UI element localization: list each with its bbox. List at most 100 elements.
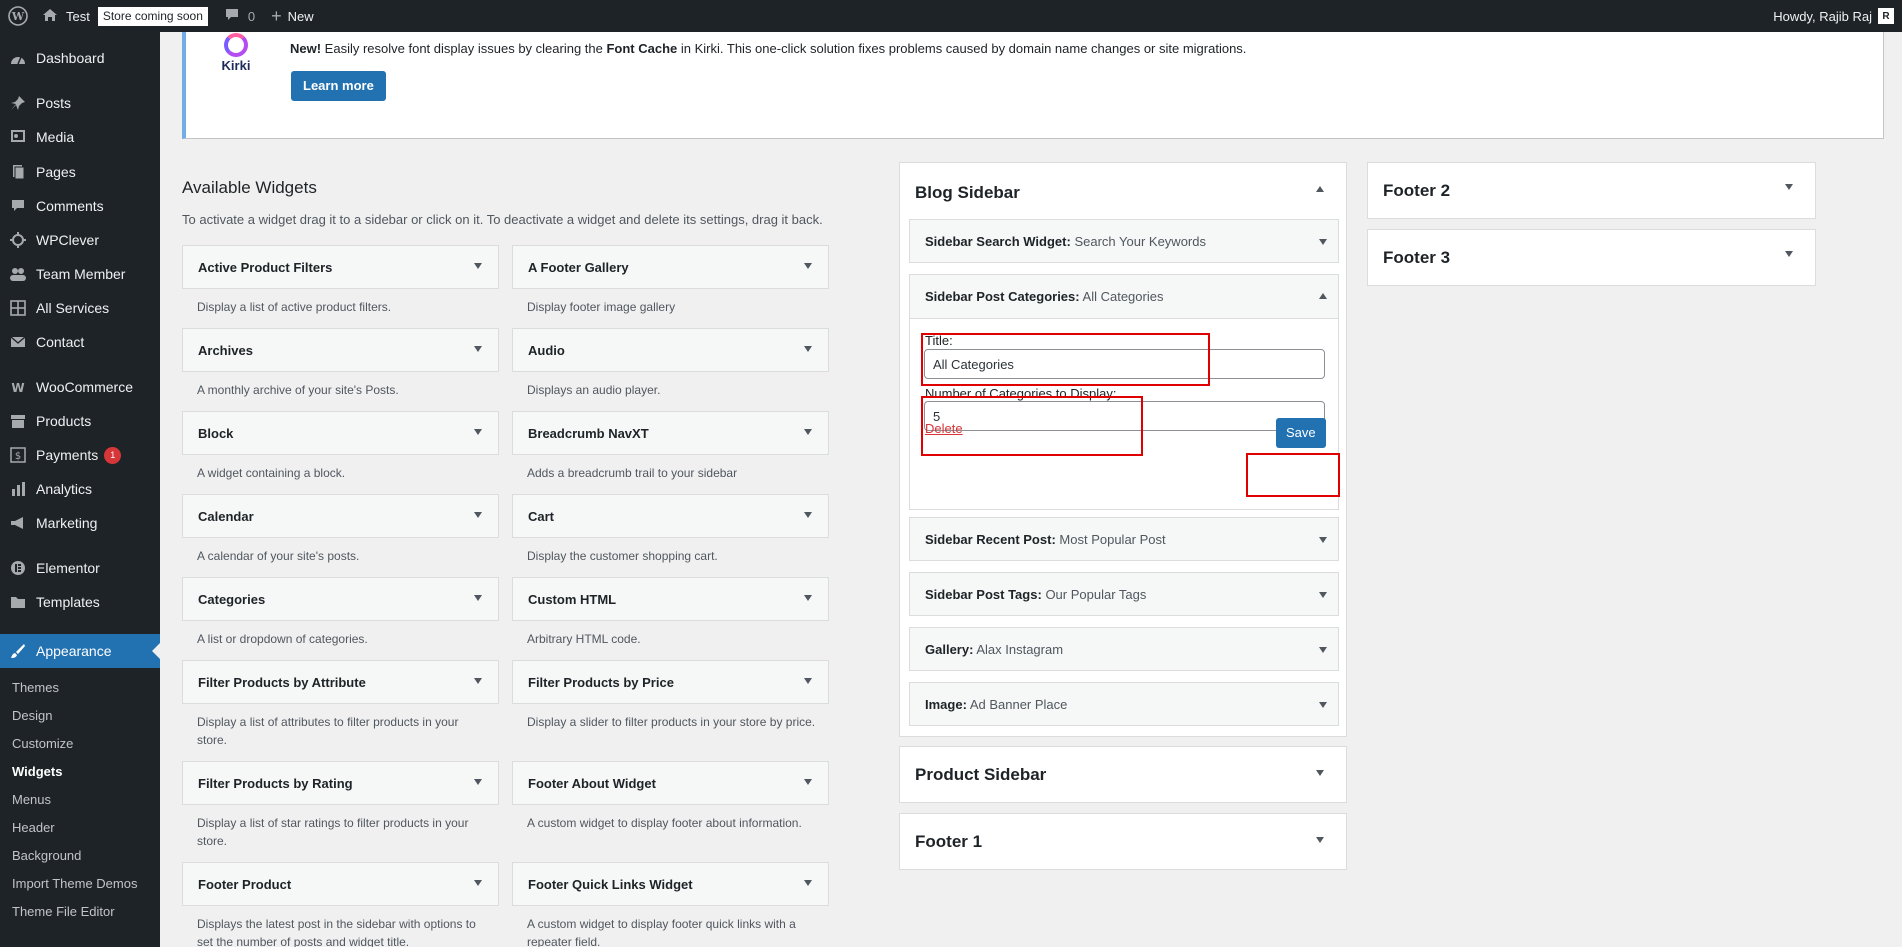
widget-tile-name: Calendar — [198, 508, 254, 524]
expand-caret-icon[interactable] — [1319, 647, 1327, 653]
widget-tile[interactable]: Breadcrumb NavXT — [512, 411, 829, 455]
sidebar-widget[interactable]: Sidebar Recent Post: Most Popular Post — [909, 517, 1339, 561]
submenu-item-themes[interactable]: Themes — [12, 680, 59, 695]
widget-tile-name: Footer Quick Links Widget — [528, 876, 693, 892]
expand-caret-icon[interactable] — [1785, 251, 1793, 257]
submenu-item-header[interactable]: Header — [12, 820, 55, 835]
avatar[interactable]: R — [1878, 8, 1894, 24]
widget-tile[interactable]: Archives — [182, 328, 499, 372]
expand-caret-icon[interactable] — [474, 880, 482, 886]
expand-caret-icon[interactable] — [474, 346, 482, 352]
widget-description: Adds a breadcrumb trail to your sidebar — [527, 466, 738, 480]
collapse-caret-icon[interactable] — [1319, 293, 1327, 299]
widget-tile[interactable]: Audio — [512, 328, 829, 372]
menu-item-marketing[interactable]: Marketing — [0, 506, 160, 540]
submenu-item-background[interactable]: Background — [12, 848, 81, 863]
expand-caret-icon[interactable] — [804, 512, 812, 518]
sidebar-widget[interactable]: Sidebar Post Tags: Our Popular Tags — [909, 572, 1339, 616]
menu-item-analytics[interactable]: Analytics — [0, 472, 160, 506]
expand-caret-icon[interactable] — [1319, 702, 1327, 708]
expand-caret-icon[interactable] — [804, 779, 812, 785]
collapse-caret-icon[interactable] — [1316, 186, 1324, 192]
widget-tile-name: Categories — [198, 591, 266, 607]
widget-tile[interactable]: Calendar — [182, 494, 499, 538]
submenu-item-widgets[interactable]: Widgets — [12, 764, 62, 779]
widget-tile[interactable]: Custom HTML — [512, 577, 829, 621]
sidebar-widget[interactable]: Image: Ad Banner Place — [909, 682, 1339, 726]
sidebar-widget[interactable]: Sidebar Search Widget: Search Your Keywo… — [909, 219, 1339, 263]
menu-label: Payments — [36, 447, 99, 463]
widget-tile[interactable]: Footer Product — [182, 862, 499, 906]
widget-title: Most Popular Post — [1059, 532, 1166, 547]
expand-caret-icon[interactable] — [1316, 837, 1324, 843]
widget-tile[interactable]: Block — [182, 411, 499, 455]
expand-caret-icon[interactable] — [1319, 239, 1327, 245]
expand-caret-icon[interactable] — [804, 263, 812, 269]
menu-item-wpclever[interactable]: WPClever — [0, 223, 160, 257]
menu-item-contact[interactable]: Contact — [0, 325, 160, 359]
expand-caret-icon[interactable] — [1319, 592, 1327, 598]
menu-item-appearance[interactable]: Appearance — [0, 634, 160, 668]
expand-caret-icon[interactable] — [804, 595, 812, 601]
notice-message: New! Easily resolve font display issues … — [290, 41, 1246, 56]
menu-item-dashboard[interactable]: Dashboard — [0, 41, 160, 75]
footer-1-area[interactable]: Footer 1 — [899, 813, 1347, 870]
widget-tile[interactable]: Filter Products by Rating — [182, 761, 499, 805]
footer-3-area[interactable]: Footer 3 — [1367, 229, 1816, 286]
product-sidebar-area[interactable]: Product Sidebar — [899, 746, 1347, 803]
menu-item-woocommerce[interactable]: W WooCommerce — [0, 370, 160, 404]
menu-label: Pages — [36, 164, 76, 180]
site-name-link[interactable]: Test Store coming soon — [34, 0, 216, 32]
submenu-item-customize[interactable]: Customize — [12, 736, 73, 751]
expand-caret-icon[interactable] — [474, 512, 482, 518]
submenu-item-design[interactable]: Design — [12, 708, 52, 723]
sidebar-widget-header[interactable]: Sidebar Post Categories: All Categories — [910, 275, 1338, 319]
save-button[interactable]: Save — [1276, 418, 1326, 448]
expand-caret-icon[interactable] — [474, 595, 482, 601]
menu-item-media[interactable]: Media — [0, 120, 160, 154]
menu-item-templates[interactable]: Templates — [0, 585, 160, 619]
expand-caret-icon[interactable] — [474, 263, 482, 269]
widget-tile[interactable]: Footer About Widget — [512, 761, 829, 805]
sidebar-widget[interactable]: Gallery: Alax Instagram — [909, 627, 1339, 671]
menu-item-payments[interactable]: $ Payments 1 — [0, 438, 160, 472]
expand-caret-icon[interactable] — [1316, 770, 1324, 776]
widget-tile[interactable]: Active Product Filters — [182, 245, 499, 289]
expand-caret-icon[interactable] — [474, 779, 482, 785]
submenu-item-theme-file-editor[interactable]: Theme File Editor — [12, 904, 115, 919]
expand-caret-icon[interactable] — [804, 346, 812, 352]
menu-item-all-services[interactable]: All Services — [0, 291, 160, 325]
widget-tile[interactable]: Footer Quick Links Widget — [512, 862, 829, 906]
submenu-item-menus[interactable]: Menus — [12, 792, 51, 807]
footer-2-area[interactable]: Footer 2 — [1367, 162, 1816, 219]
wordpress-logo-icon[interactable]: W — [2, 0, 34, 32]
widget-tile[interactable]: Filter Products by Attribute — [182, 660, 499, 704]
comments-link[interactable]: 0 — [216, 0, 263, 32]
widget-title: Ad Banner Place — [969, 697, 1068, 712]
new-content-link[interactable]: + New — [263, 0, 322, 32]
expand-caret-icon[interactable] — [804, 880, 812, 886]
menu-item-products[interactable]: Products — [0, 404, 160, 438]
expand-caret-icon[interactable] — [804, 429, 812, 435]
expand-caret-icon[interactable] — [474, 429, 482, 435]
menu-item-elementor[interactable]: Elementor — [0, 551, 160, 585]
menu-item-pages[interactable]: Pages — [0, 155, 160, 189]
expand-caret-icon[interactable] — [474, 678, 482, 684]
comment-icon — [224, 8, 240, 25]
menu-item-posts[interactable]: Posts — [0, 86, 160, 120]
menu-item-comments[interactable]: Comments — [0, 189, 160, 223]
expand-caret-icon[interactable] — [1785, 184, 1793, 190]
store-status-badge[interactable]: Store coming soon — [97, 6, 208, 26]
learn-more-button[interactable]: Learn more — [291, 71, 386, 101]
widget-tile[interactable]: Cart — [512, 494, 829, 538]
menu-item-team-member[interactable]: Team Member — [0, 257, 160, 291]
expand-caret-icon[interactable] — [1319, 537, 1327, 543]
menu-label: Products — [36, 413, 92, 429]
widget-tile[interactable]: Filter Products by Price — [512, 660, 829, 704]
widget-tile[interactable]: A Footer Gallery — [512, 245, 829, 289]
howdy-account-link[interactable]: Howdy, Rajib Raj — [1773, 9, 1872, 24]
expand-caret-icon[interactable] — [804, 678, 812, 684]
submenu-item-import-theme-demos[interactable]: Import Theme Demos — [12, 876, 137, 891]
blog-sidebar-title[interactable]: Blog Sidebar — [915, 183, 1020, 203]
widget-tile[interactable]: Categories — [182, 577, 499, 621]
